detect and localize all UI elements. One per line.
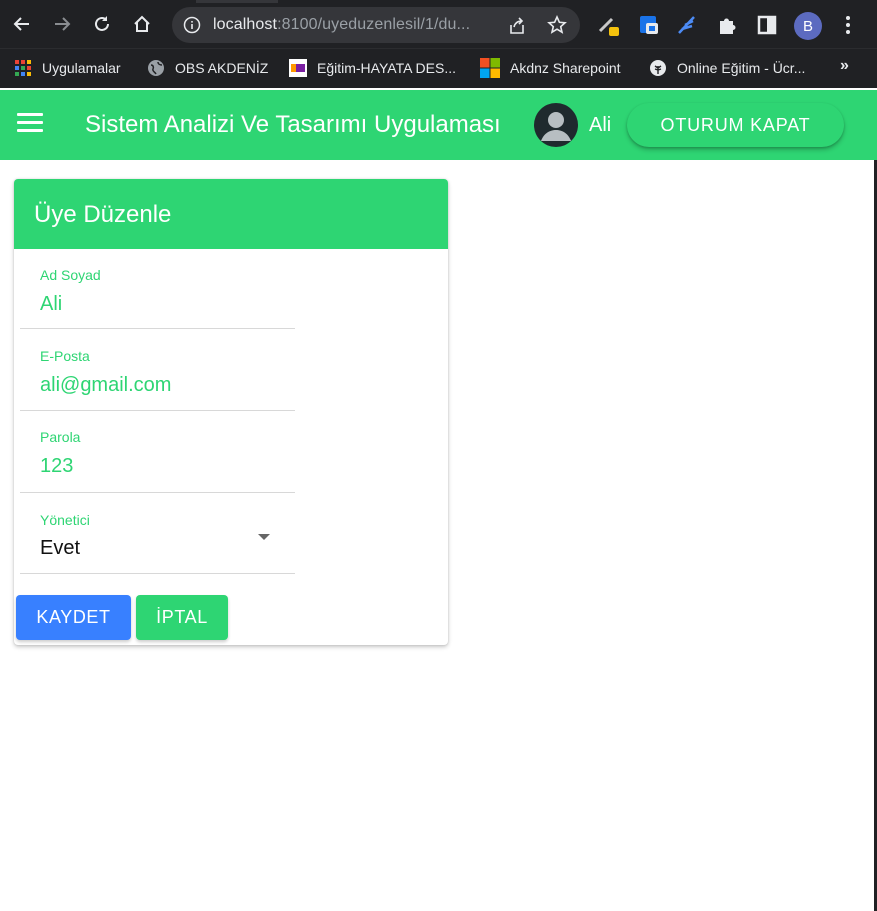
password-label: Parola <box>40 429 81 445</box>
save-button[interactable]: KAYDET <box>16 595 131 640</box>
profile-avatar[interactable]: B <box>794 12 822 40</box>
bookmark-label: OBS AKDENİZ <box>175 60 269 76</box>
cancel-button[interactable]: İPTAL <box>136 595 228 640</box>
bookmark-egitim[interactable]: Eğitim-HAYATA DES... <box>289 57 456 79</box>
password-field[interactable]: Parola 123 <box>20 411 295 493</box>
bookmarks-bar: Uygulamalar OBS AKDENİZ Eğitim-HAYATA DE… <box>0 48 877 88</box>
forward-icon[interactable] <box>51 13 73 35</box>
extension-feather-icon[interactable] <box>676 14 698 36</box>
bookmark-label: Akdnz Sharepoint <box>510 60 621 76</box>
more-menu-icon[interactable] <box>838 14 858 36</box>
card-title: Üye Düzenle <box>34 201 172 228</box>
home-icon[interactable] <box>131 13 153 35</box>
admin-select[interactable]: Yönetici Evet <box>20 494 295 574</box>
logout-button[interactable]: OTURUM KAPAT <box>627 103 844 147</box>
url-text: localhost:8100/uyeduzenlesil/1/du... <box>213 16 471 33</box>
extension-pen-icon[interactable] <box>597 14 619 36</box>
card-header: Üye Düzenle <box>14 179 448 249</box>
globe-icon <box>148 60 164 76</box>
site-logo-icon <box>289 59 307 77</box>
app-toolbar: Sistem Analizi Ve Tasarımı Uygulaması Al… <box>0 90 877 160</box>
admin-label: Yönetici <box>40 512 90 528</box>
address-bar[interactable]: localhost:8100/uyeduzenlesil/1/du... <box>172 7 580 43</box>
reload-icon[interactable] <box>91 13 113 35</box>
page-title: Sistem Analizi Ve Tasarımı Uygulaması <box>85 111 501 138</box>
bookmark-apps[interactable]: Uygulamalar <box>14 57 121 79</box>
bookmark-label: Eğitim-HAYATA DES... <box>317 60 456 76</box>
share-icon[interactable] <box>507 16 527 36</box>
browser-window: { "browser": { "url_host": "localhost", … <box>0 0 877 911</box>
email-field[interactable]: E-Posta ali@gmail.com <box>20 330 295 411</box>
password-input[interactable]: 123 <box>40 455 73 478</box>
name-field[interactable]: Ad Soyad Ali <box>20 249 295 329</box>
profile-initial: B <box>802 17 813 35</box>
menu-icon[interactable] <box>17 113 43 135</box>
bookmark-label: Online Eğitim - Ücr... <box>677 60 806 76</box>
email-input[interactable]: ali@gmail.com <box>40 374 171 397</box>
side-panel-icon[interactable] <box>756 14 778 36</box>
microsoft-logo-icon <box>480 58 500 78</box>
browser-toolbar: localhost:8100/uyeduzenlesil/1/du... B <box>0 0 877 48</box>
user-avatar-icon <box>534 103 578 147</box>
dropdown-caret-icon[interactable] <box>258 534 270 540</box>
extensions-puzzle-icon[interactable] <box>716 14 738 36</box>
back-icon[interactable] <box>11 13 33 35</box>
bookmarks-overflow-icon[interactable]: » <box>840 57 849 75</box>
bookmark-obs[interactable]: OBS AKDENİZ <box>147 57 268 79</box>
active-tab-indicator <box>196 0 278 3</box>
admin-selected-value[interactable]: Evet <box>40 537 80 560</box>
apps-grid-icon <box>15 60 31 76</box>
tree-icon <box>650 60 666 76</box>
name-label: Ad Soyad <box>40 267 101 283</box>
bookmark-sharepoint[interactable]: Akdnz Sharepoint <box>480 57 621 79</box>
email-label: E-Posta <box>40 348 90 364</box>
bookmark-online-egitim[interactable]: Online Eğitim - Ücr... <box>649 57 805 79</box>
bookmark-star-icon[interactable] <box>547 15 567 35</box>
user-name: Ali <box>589 114 612 136</box>
name-input[interactable]: Ali <box>40 293 62 316</box>
info-icon[interactable] <box>183 16 201 34</box>
extension-shield-icon[interactable] <box>638 14 660 36</box>
bookmark-label: Uygulamalar <box>42 60 121 76</box>
